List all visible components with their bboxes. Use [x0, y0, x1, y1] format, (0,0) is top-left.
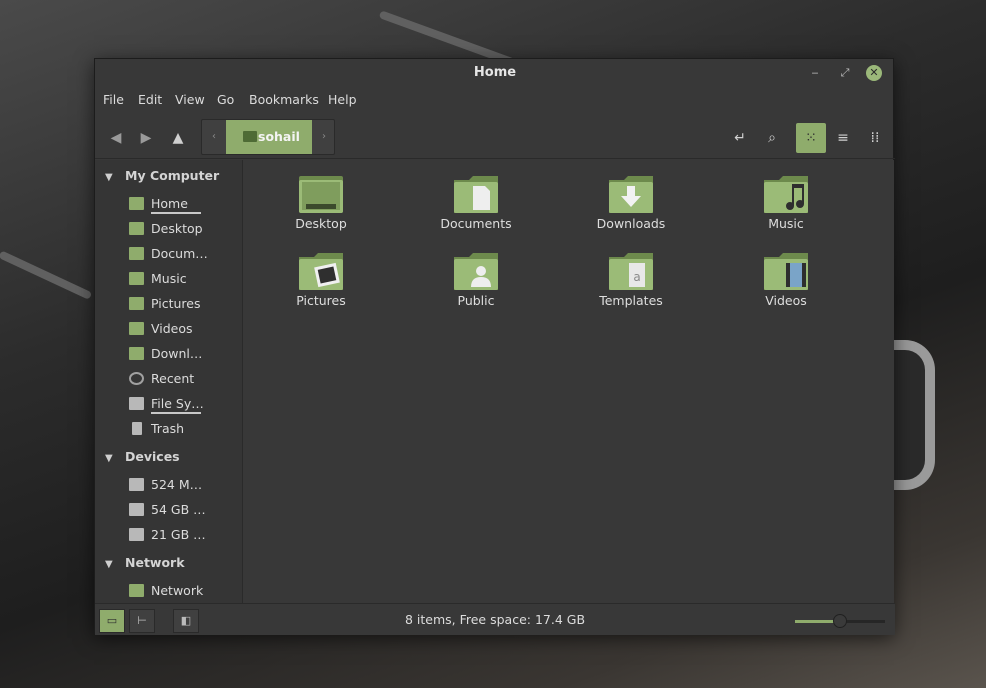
menu-help[interactable]: Help	[328, 92, 357, 107]
downloads-folder-icon	[129, 347, 144, 360]
location-toggle-icon: ↵	[734, 130, 746, 146]
desktop-folder-icon	[129, 222, 144, 235]
menu-bookmarks[interactable]: Bookmarks	[249, 92, 319, 107]
downloads-folder-icon	[609, 176, 653, 213]
network-folder-icon	[129, 584, 144, 597]
drive-icon	[129, 528, 144, 541]
sidebar-section-network[interactable]: ▼ Network	[105, 555, 185, 570]
breadcrumb-item-home[interactable]: sohail	[226, 120, 312, 154]
breadcrumb-scroll-right[interactable]: ›	[312, 120, 336, 154]
folder-videos[interactable]: Videos	[726, 251, 846, 321]
compact-grid-icon: ⁞⁞	[870, 130, 880, 146]
folder-desktop[interactable]: Desktop	[261, 174, 381, 244]
collapse-triangle-icon: ▼	[105, 453, 113, 464]
recent-icon	[129, 372, 144, 385]
videos-folder-icon	[129, 322, 144, 335]
desktop-folder-icon	[299, 176, 343, 213]
collapse-triangle-icon: ▼	[105, 559, 113, 570]
arrow-left-icon: ◀	[110, 130, 122, 146]
svg-text:a: a	[633, 270, 640, 284]
menubar: File Edit View Go Bookmarks Help	[95, 87, 895, 113]
menu-file[interactable]: File	[103, 92, 124, 107]
drive-icon	[129, 397, 144, 410]
zoom-slider[interactable]	[795, 614, 885, 628]
back-button[interactable]: ◀	[101, 123, 131, 153]
sidebar-section-my-computer[interactable]: ▼ My Computer	[105, 168, 219, 183]
videos-folder-icon	[764, 253, 808, 290]
compact-view-button[interactable]: ⁞⁞	[860, 123, 890, 153]
menu-view[interactable]: View	[175, 92, 205, 107]
forward-button[interactable]: ▶	[131, 123, 161, 153]
pictures-folder-icon	[129, 297, 144, 310]
list-icon: ≡	[837, 130, 849, 146]
location-toggle-button[interactable]: ↵	[725, 123, 755, 153]
search-icon: ⌕	[768, 130, 776, 146]
folder-downloads[interactable]: Downloads	[571, 174, 691, 244]
usage-bar	[151, 412, 201, 414]
minimize-button[interactable]: ‒	[807, 65, 823, 81]
folder-templates[interactable]: a Templates	[571, 251, 691, 321]
music-folder-icon	[764, 176, 808, 213]
documents-folder-icon	[129, 247, 144, 260]
public-folder-icon	[454, 253, 498, 290]
collapse-triangle-icon: ▼	[105, 172, 113, 183]
zoom-slider-handle[interactable]	[833, 614, 847, 628]
arrow-right-icon: ▶	[140, 130, 152, 146]
breadcrumb-label: sohail	[258, 129, 300, 144]
grid-icon: ⁙	[805, 130, 817, 146]
usage-bar	[151, 212, 201, 214]
music-folder-icon	[129, 272, 144, 285]
search-button[interactable]: ⌕	[757, 123, 787, 153]
arrow-up-icon: ▲	[172, 130, 184, 146]
menu-go[interactable]: Go	[217, 92, 234, 107]
templates-folder-icon: a	[609, 253, 653, 290]
window-title: Home	[473, 65, 517, 80]
file-manager-window: Home ‒ ⤢ ✕ File Edit View Go Bookmarks H…	[94, 58, 895, 635]
drive-icon	[129, 478, 144, 491]
list-view-button[interactable]: ≡	[828, 123, 858, 153]
menu-edit[interactable]: Edit	[138, 92, 162, 107]
breadcrumb-scroll-left[interactable]: ‹	[202, 120, 226, 154]
statusbar: ▭ ⊢ ◧ 8 items, Free space: 17.4 GB	[95, 603, 895, 635]
pictures-folder-icon	[299, 253, 343, 290]
documents-folder-icon	[454, 176, 498, 213]
folder-documents[interactable]: Documents	[416, 174, 536, 244]
home-folder-icon	[129, 197, 144, 210]
folder-music[interactable]: Music	[726, 174, 846, 244]
wallpaper-stripe	[0, 250, 93, 300]
folder-public[interactable]: Public	[416, 251, 536, 321]
file-view: Desktop Documents Downloads Music Pictur…	[244, 160, 894, 603]
trash-icon	[132, 422, 142, 435]
icon-view-button[interactable]: ⁙	[796, 123, 826, 153]
maximize-button[interactable]: ⤢	[837, 65, 853, 81]
sidebar: ▼ My Computer Home Desktop Docum… Music P…	[95, 160, 243, 603]
sidebar-section-devices[interactable]: ▼ Devices	[105, 449, 180, 464]
breadcrumb: ‹ sohail ›	[201, 119, 335, 155]
drive-icon	[129, 503, 144, 516]
up-button[interactable]: ▲	[163, 123, 193, 153]
close-button[interactable]: ✕	[866, 65, 882, 81]
status-text: 8 items, Free space: 17.4 GB	[404, 612, 586, 627]
home-folder-icon	[243, 131, 257, 142]
folder-pictures[interactable]: Pictures	[261, 251, 381, 321]
